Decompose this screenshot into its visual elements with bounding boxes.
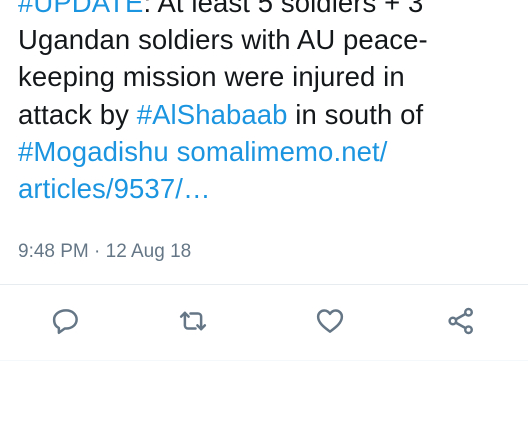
tweet-line: keeping mission were injured in <box>18 58 518 95</box>
like-button[interactable] <box>309 300 351 342</box>
divider <box>0 284 528 285</box>
reply-icon <box>52 309 78 334</box>
hashtag-mogadishu[interactable]: #Mogadishu <box>18 136 169 167</box>
article-link-continued[interactable]: articles/9537/… <box>18 173 211 204</box>
reply-button[interactable] <box>45 300 87 342</box>
share-icon <box>448 307 473 335</box>
tweet-text-segment: in south of <box>287 98 424 130</box>
tweet-line: articles/9537/… <box>18 170 518 207</box>
tweet-card: #UPDATE: At least 5 soldiers + 3 Ugandan… <box>0 0 528 361</box>
retweet-icon <box>179 311 207 331</box>
tweet-text-segment: : At least 5 soldiers + 3 <box>143 0 424 18</box>
tweet-line: #UPDATE: At least 5 soldiers + 3 <box>18 0 518 21</box>
tweet-line: Ugandan soldiers with AU peace- <box>18 21 518 58</box>
article-link[interactable]: somalimemo.net/ <box>177 136 388 167</box>
tweet-text-segment: Ugandan soldiers with AU peace- <box>18 24 428 56</box>
tweet-line: attack by #AlShabaab in south of <box>18 96 518 133</box>
tweet-actions <box>0 300 528 342</box>
retweet-button[interactable] <box>172 300 214 342</box>
tweet-text: #UPDATE: At least 5 soldiers + 3 Ugandan… <box>18 0 518 207</box>
heart-icon <box>316 309 344 333</box>
divider <box>0 360 528 361</box>
hashtag-update[interactable]: #UPDATE <box>18 0 144 18</box>
tweet-text-segment <box>169 136 177 167</box>
tweet-line: #Mogadishu somalimemo.net/ <box>18 133 518 170</box>
tweet-text-segment: keeping mission were injured in <box>18 61 405 93</box>
tweet-timestamp[interactable]: 9:48 PM · 12 Aug 18 <box>18 241 191 263</box>
hashtag-alshabaab[interactable]: #AlShabaab <box>137 99 288 130</box>
tweet-text-segment: attack by <box>18 98 137 130</box>
share-button[interactable] <box>440 300 482 342</box>
